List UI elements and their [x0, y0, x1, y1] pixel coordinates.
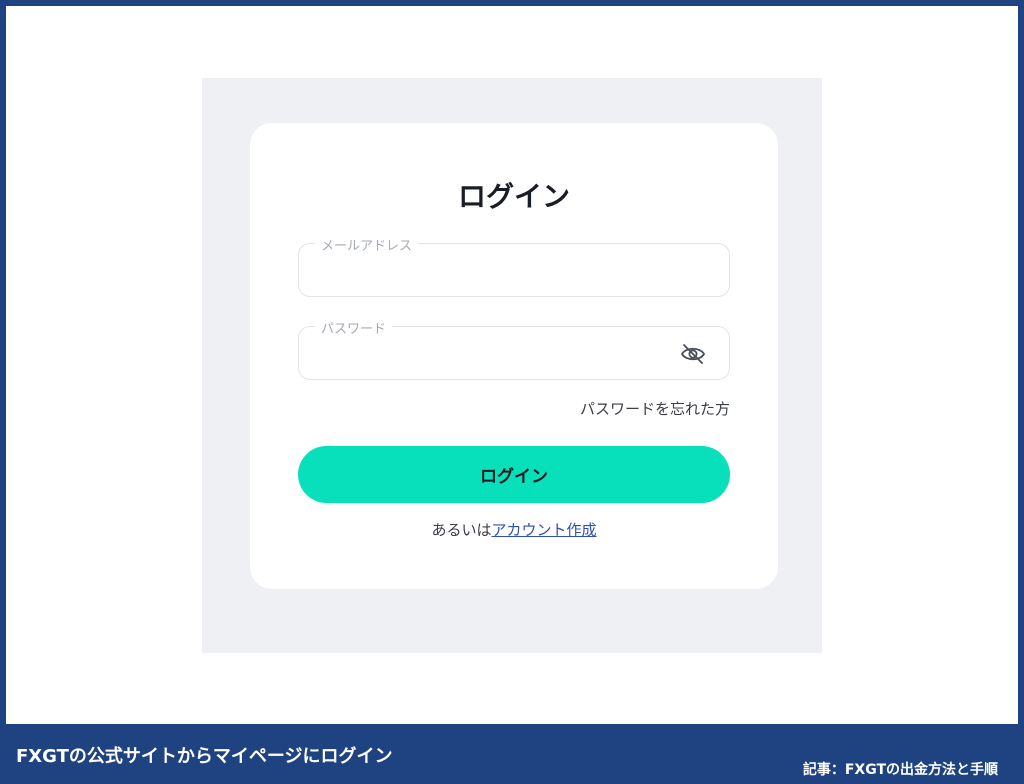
page-background: ログイン メールアドレス パスワード パスワードを忘れた方 ログイン あるいはア… — [202, 78, 822, 653]
signup-line: あるいはアカウント作成 — [250, 519, 778, 540]
password-input[interactable] — [315, 341, 675, 365]
login-button[interactable]: ログイン — [298, 446, 730, 503]
signup-prefix: あるいは — [431, 521, 492, 539]
caption-article-link: 記事：FXGTの出金方法と手順 — [802, 762, 998, 778]
email-field-label: メールアドレス — [315, 235, 419, 254]
create-account-link[interactable]: アカウント作成 — [492, 521, 597, 539]
login-title: ログイン — [457, 180, 570, 213]
password-field-label: パスワード — [315, 318, 393, 337]
forgot-password-link[interactable]: パスワードを忘れた方 — [580, 398, 730, 419]
email-input[interactable] — [315, 258, 675, 282]
email-field[interactable]: メールアドレス — [298, 235, 730, 297]
eye-slash-icon[interactable] — [679, 341, 707, 367]
password-field[interactable]: パスワード — [298, 318, 730, 380]
image-frame: ログイン メールアドレス パスワード パスワードを忘れた方 ログイン あるいはア… — [6, 6, 1018, 724]
caption-title: FXGTの公式サイトからマイページにログイン — [16, 746, 393, 767]
login-card: ログイン メールアドレス パスワード パスワードを忘れた方 ログイン あるいはア… — [250, 123, 778, 589]
